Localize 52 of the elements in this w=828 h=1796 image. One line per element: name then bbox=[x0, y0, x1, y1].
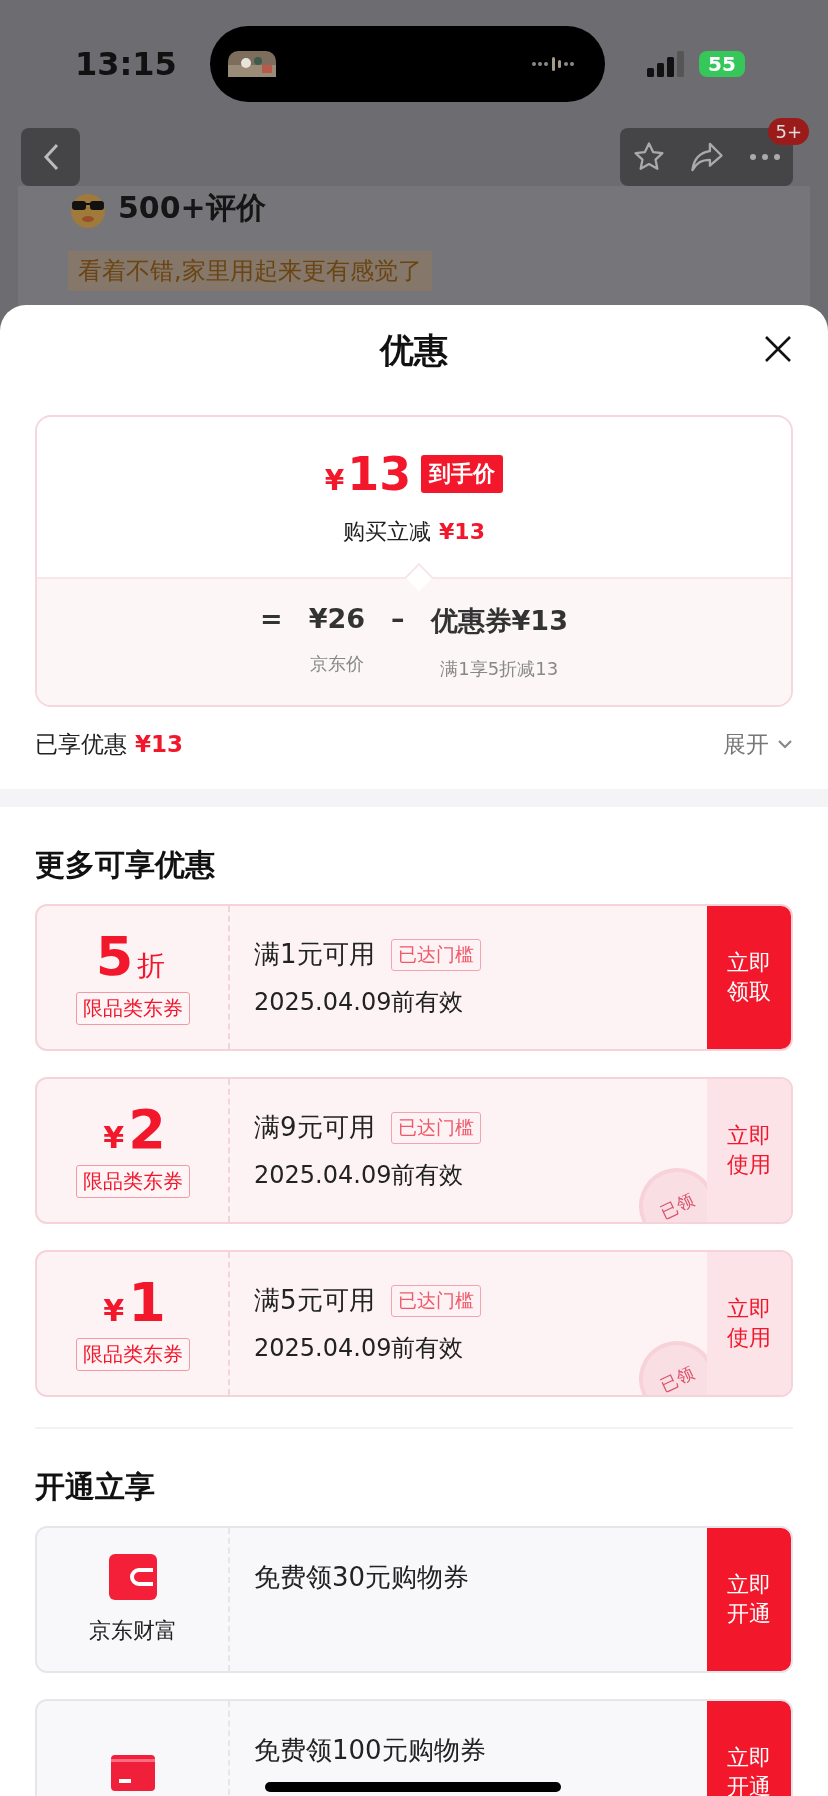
open-service-button[interactable]: 立即开通 bbox=[707, 1528, 791, 1671]
back-icon bbox=[42, 143, 59, 171]
coupon-action-button[interactable]: 立即使用 bbox=[707, 1079, 791, 1222]
formula-operator: – bbox=[391, 603, 405, 634]
chevron-down-icon bbox=[777, 739, 793, 749]
threshold-badge: 已达门槛 bbox=[390, 1111, 481, 1144]
coupon-validity: 2025.04.09前有效 bbox=[254, 1160, 465, 1191]
share-icon[interactable] bbox=[689, 141, 726, 173]
reviews-title: 500+评价 bbox=[118, 189, 266, 227]
formula-caption: 满1享5折减13 bbox=[440, 657, 559, 681]
review-tag: 看着不错,家里用起来更有感觉了 bbox=[68, 251, 432, 291]
back-button[interactable] bbox=[21, 128, 80, 186]
coupon-tag: 限品类东券 bbox=[75, 1338, 190, 1371]
status-time: 13:15 bbox=[75, 45, 178, 83]
coupon-value: 5 折 bbox=[95, 930, 167, 984]
coupon-validity: 2025.04.09前有效 bbox=[254, 987, 465, 1018]
final-price-tag: 到手价 bbox=[421, 455, 504, 493]
wallet-icon bbox=[108, 1553, 157, 1600]
formula-caption: 京东价 bbox=[309, 652, 364, 676]
more-icon[interactable] bbox=[749, 153, 782, 161]
expand-toggle[interactable]: 展开 bbox=[723, 728, 793, 760]
signal-icon bbox=[647, 51, 685, 77]
audio-wave-icon bbox=[531, 54, 575, 74]
formula-value: 优惠券¥13 bbox=[430, 604, 568, 638]
section-heading: 更多可享优惠 bbox=[34, 846, 216, 884]
service-offer: 免费领100元购物券 bbox=[254, 1734, 487, 1767]
coupon-value: ¥1 bbox=[102, 1276, 166, 1330]
section-heading: 开通立享 bbox=[34, 1468, 156, 1506]
notification-badge: 5+ bbox=[768, 118, 809, 145]
threshold-badge: 已达门槛 bbox=[390, 1284, 481, 1317]
coupon-condition: 满5元可用 bbox=[254, 1284, 375, 1317]
coupon-condition: 满9元可用 bbox=[254, 1111, 375, 1144]
formula-value: ¥26 bbox=[308, 603, 366, 634]
coupon-condition: 满1元可用 bbox=[254, 938, 375, 971]
threshold-badge: 已达门槛 bbox=[390, 938, 481, 971]
close-icon[interactable] bbox=[764, 335, 792, 363]
service-offer: 免费领30元购物券 bbox=[254, 1561, 471, 1594]
reduction-text: 购买立减 ¥13 bbox=[343, 518, 485, 546]
coupon-action-button[interactable]: 立即领取 bbox=[707, 906, 791, 1049]
coupon-validity: 2025.04.09前有效 bbox=[254, 1333, 465, 1364]
coupon-value: ¥2 bbox=[102, 1103, 166, 1157]
sheet-title: 优惠 bbox=[380, 329, 448, 372]
card-icon bbox=[110, 1754, 155, 1791]
coupon-action-button[interactable]: 立即使用 bbox=[707, 1252, 791, 1395]
enjoyed-discount: 已享优惠 ¥13 bbox=[35, 729, 183, 759]
final-price: ¥13 bbox=[324, 447, 412, 501]
open-service-button[interactable]: 立即开通 bbox=[707, 1701, 791, 1796]
coupon-tag: 限品类东券 bbox=[75, 1165, 190, 1198]
formula-operator: = bbox=[260, 603, 283, 634]
service-name: 京东财富 bbox=[88, 1616, 177, 1645]
battery-level: 55 bbox=[699, 51, 745, 77]
coupon-tag: 限品类东券 bbox=[75, 992, 190, 1025]
